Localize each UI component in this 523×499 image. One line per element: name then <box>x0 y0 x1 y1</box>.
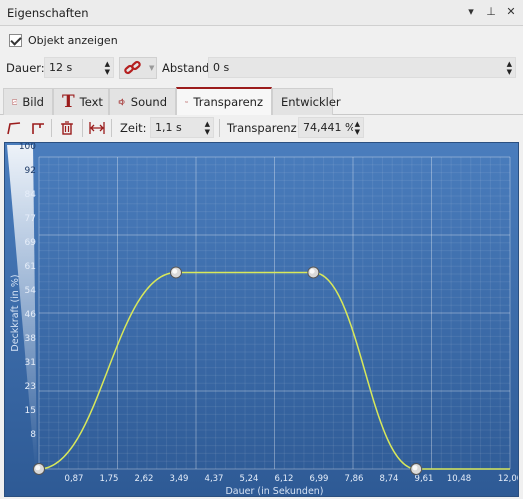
x-tick-label: 12,00 <box>498 474 518 484</box>
window-title: Eigenschaften <box>7 6 89 20</box>
close-icon[interactable]: ✕ <box>505 5 517 18</box>
duration-label: Dauer: <box>6 61 45 75</box>
dropdown-icon[interactable]: ▾ <box>465 5 477 18</box>
y-tick-label: 92 <box>25 166 36 176</box>
tab-label: Text <box>79 95 103 109</box>
tab-entwickler[interactable]: Entwickler <box>272 88 341 115</box>
spinner-arrows-icon[interactable]: ▲ ▼ <box>205 120 210 136</box>
x-tick-label: 9,61 <box>415 474 434 484</box>
x-tick-label: 8,74 <box>380 474 399 484</box>
pin-icon[interactable]: ⊥ <box>485 5 497 18</box>
speaker-icon <box>118 98 125 106</box>
tab-label: Sound <box>130 95 167 109</box>
tab-text[interactable]: T Text <box>53 88 109 115</box>
y-tick-label: 31 <box>25 358 36 368</box>
trash-icon[interactable] <box>58 119 76 137</box>
spinner-arrows-icon[interactable]: ▲ ▼ <box>355 120 360 136</box>
keyframe-highlight <box>309 268 315 274</box>
show-object-label: Objekt anzeigen <box>28 34 118 47</box>
x-tick-label: 3,49 <box>170 474 189 484</box>
x-tick-label: 6,12 <box>275 474 294 484</box>
x-tick-label: 0,87 <box>65 474 84 484</box>
link-button[interactable]: ▼ <box>119 57 157 79</box>
spinner-arrows-icon[interactable]: ▲ ▼ <box>507 60 512 76</box>
image-icon <box>12 99 18 105</box>
tab-bild[interactable]: Bild <box>3 88 53 115</box>
y-tick-label: 38 <box>25 334 37 344</box>
timing-row: Dauer: 12 s ▲ ▼ Abstand: 0 s ▲ ▼ <box>0 56 523 82</box>
keyframe-highlight <box>35 465 41 471</box>
y-tick-label: 77 <box>25 214 36 224</box>
curve-ease-icon[interactable] <box>5 119 23 137</box>
time-label: Zeit: <box>120 121 147 135</box>
x-tick-label: 5,24 <box>240 474 259 484</box>
transparency-chart[interactable]: 100 92 84 77 69 61 54 46 38 31 23 15 8 0,87 1,75 2,62 3,… <box>5 143 518 496</box>
tab-label: Transparenz <box>193 95 263 109</box>
y-tick-label: 84 <box>25 190 37 200</box>
tab-transparenz[interactable]: Transparenz <box>176 87 272 115</box>
x-tick-label: 4,37 <box>205 474 224 484</box>
title-bar: Eigenschaften ▾ ⊥ ✕ <box>0 0 523 26</box>
transparency-spinner[interactable]: 74,441 % ▲ ▼ <box>298 117 364 138</box>
x-tick-label: 6,99 <box>310 474 329 484</box>
time-spinner[interactable]: 1,1 s ▲ ▼ <box>150 117 214 138</box>
y-axis-label: Deckkraft (in %) <box>10 274 21 351</box>
keyframe-highlight <box>412 465 418 471</box>
y-tick-label: 46 <box>25 310 37 320</box>
tab-label: Entwickler <box>281 95 341 109</box>
fit-width-icon[interactable] <box>88 119 106 137</box>
keyframe-toolbar: Zeit: 1,1 s ▲ ▼ Transparenz: 74,441 % ▲ ▼ <box>0 116 523 140</box>
y-tick-label: 15 <box>25 406 36 416</box>
transparency-icon <box>185 101 189 103</box>
transparency-graph[interactable]: 100 92 84 77 69 61 54 46 38 31 23 15 8 0,87 1,75 2,62 3,… <box>4 142 519 497</box>
keyframe-highlight <box>172 268 178 274</box>
tab-label: Bild <box>22 95 44 109</box>
distance-value: 0 s <box>213 61 230 74</box>
x-tick-label: 7,86 <box>345 474 364 484</box>
x-axis-label: Dauer (in Sekunden) <box>225 486 323 496</box>
time-value: 1,1 s <box>155 121 182 134</box>
show-object-checkbox[interactable] <box>9 34 22 47</box>
x-tick-label: 10,48 <box>447 474 471 484</box>
y-tick-label: 8 <box>30 430 36 440</box>
tab-bar: Bild T Text Sound Transparenz Entwickler <box>0 87 523 115</box>
duration-value: 12 s <box>49 61 73 74</box>
y-tick-label: 100 <box>19 143 36 152</box>
tab-sound[interactable]: Sound <box>109 88 176 115</box>
distance-label: Abstand: <box>162 61 214 75</box>
transparency-value: 74,441 % <box>303 121 353 134</box>
y-tick-label: 54 <box>25 286 37 296</box>
x-tick-label: 1,75 <box>100 474 119 484</box>
y-tick-label: 23 <box>25 382 36 392</box>
x-tick-label: 2,62 <box>135 474 154 484</box>
chevron-down-icon[interactable]: ▼ <box>149 64 154 72</box>
y-tick-label: 69 <box>25 238 37 248</box>
transparency-label: Transparenz: <box>227 121 301 135</box>
link-icon <box>124 60 141 75</box>
y-tick-label: 61 <box>25 262 36 272</box>
spinner-arrows-icon[interactable]: ▲ ▼ <box>105 60 110 76</box>
show-object-row[interactable]: Objekt anzeigen <box>9 34 118 47</box>
distance-spinner[interactable]: 0 s ▲ ▼ <box>208 57 516 78</box>
duration-spinner[interactable]: 12 s ▲ ▼ <box>44 57 114 78</box>
text-icon: T <box>62 92 75 112</box>
curve-linear-icon[interactable] <box>29 119 47 137</box>
